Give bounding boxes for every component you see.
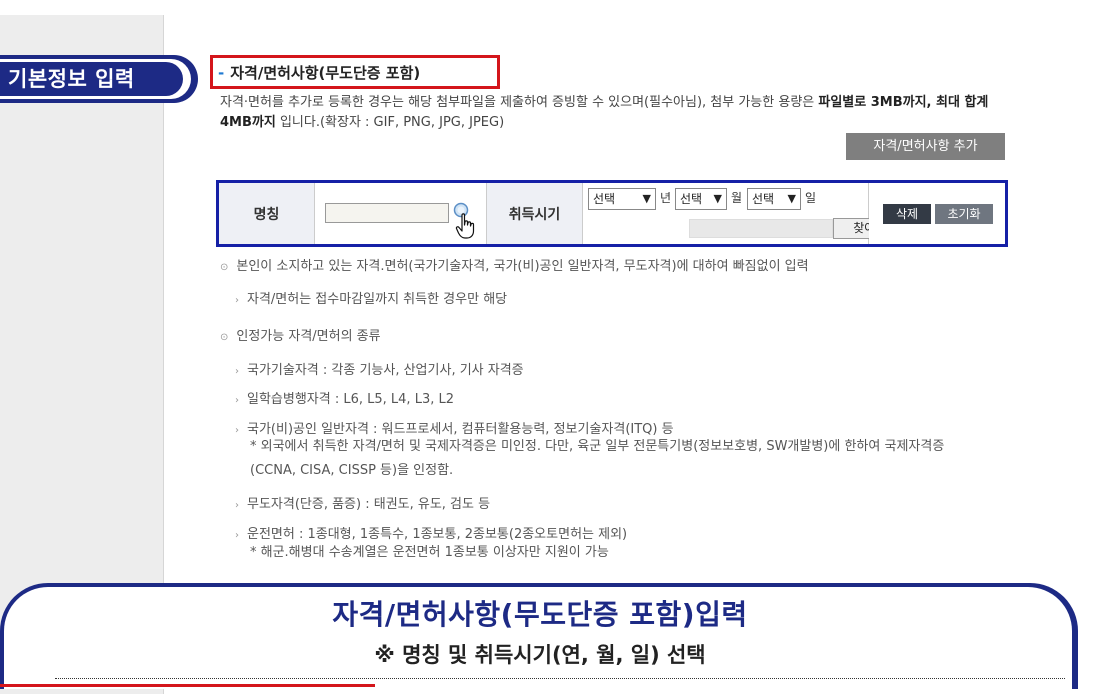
chevron-down-icon: ▼ — [642, 192, 651, 205]
section-badge: 기본정보 입력 — [0, 55, 200, 103]
info-sub-item: › 운전면허 : 1종대형, 1종특수, 1종보통, 2종보통(2종오토면허는 제… — [235, 527, 628, 542]
arrow-bullet-icon: › — [235, 500, 239, 511]
info-note: * 해군.해병대 수송계열은 운전면허 1종보통 이상자만 지원이 가능 — [250, 545, 609, 560]
name-cell — [315, 183, 487, 244]
bullet-icon: ⊙ — [220, 332, 229, 343]
year-select[interactable]: 선택 ▼ — [588, 188, 656, 210]
arrow-bullet-icon: › — [235, 395, 239, 406]
info-note: (CCNA, CISA, CISSP 등)을 인정함. — [250, 463, 454, 478]
file-path-input[interactable] — [689, 219, 833, 238]
banner-title: 자격/면허사항(무도단증 포함)입력 — [332, 598, 748, 631]
title-marker-icon: - — [218, 64, 225, 82]
info-sub-item: › 국가(비)공인 일반자격 : 워드프로세서, 컴퓨터활용능력, 정보기술자격(… — [235, 422, 674, 437]
month-select[interactable]: 선택 ▼ — [675, 188, 727, 210]
info-note: * 외국에서 취득한 자격/면허 및 국제자격증은 미인정. 다만, 육군 일부… — [250, 439, 945, 454]
section-title: - 자격/면허사항(무도단증 포함) — [218, 64, 421, 82]
bullet-icon: ⊙ — [220, 262, 229, 273]
day-select[interactable]: 선택 ▼ — [747, 188, 801, 210]
caption-banner: 자격/면허사항(무도단증 포함)입력 ※ 명칭 및 취득시기(연, 월, 일) … — [0, 583, 1080, 691]
info-bullet: ⊙ 본인이 소지하고 있는 자격.면허(국가기술자격, 국가(비)공인 일반자격,… — [220, 259, 809, 274]
day-unit: 일 — [805, 191, 817, 205]
banner-subtitle: ※ 명칭 및 취득시기(연, 월, 일) 선택 — [374, 643, 706, 667]
hand-cursor-icon — [455, 213, 475, 239]
info-bullet: ⊙ 인정가능 자격/면허의 종류 — [220, 329, 381, 344]
year-unit: 년 — [660, 191, 672, 205]
date-header: 취득시기 — [487, 183, 583, 244]
banner-red-line — [0, 684, 375, 687]
arrow-bullet-icon: › — [235, 425, 239, 436]
arrow-bullet-icon: › — [235, 366, 239, 377]
month-unit: 월 — [731, 191, 743, 205]
chevron-down-icon: ▼ — [787, 192, 796, 205]
name-header: 명칭 — [219, 183, 315, 244]
arrow-bullet-icon: › — [235, 530, 239, 541]
date-cell: 선택▼ 년 선택▼ 월 선택▼ 일 찾아보기... — [583, 183, 929, 244]
action-cell: 삭제 초기화 — [869, 183, 1003, 244]
section-description: 자격·면허를 추가로 등록한 경우는 해당 첨부파일을 제출하여 증빙할 수 있… — [220, 95, 989, 130]
banner-dotted-line — [55, 678, 1065, 679]
info-sub-item: › 무도자격(단증, 품증) : 태권도, 유도, 검도 등 — [235, 497, 491, 512]
license-entry-table: 명칭 취득시기 선택▼ 년 선택▼ 월 선택▼ 일 찾아보기... 삭제 초기화 — [219, 183, 1005, 244]
arrow-bullet-icon: › — [235, 295, 239, 306]
reset-button[interactable]: 초기화 — [935, 204, 993, 224]
badge-label: 기본정보 입력 — [0, 62, 183, 96]
info-sub-item: › 자격/면허는 접수마감일까지 취득한 경우만 해당 — [235, 292, 508, 307]
name-input[interactable] — [325, 203, 449, 223]
info-sub-item: › 국가기술자격 : 각종 기능사, 산업기사, 기사 자격증 — [235, 363, 524, 378]
info-sub-item: › 일학습병행자격 : L6, L5, L4, L3, L2 — [235, 392, 454, 407]
chevron-down-icon: ▼ — [713, 192, 722, 205]
add-license-button[interactable]: 자격/면허사항 추가 — [846, 133, 1005, 160]
delete-button[interactable]: 삭제 — [883, 204, 931, 224]
